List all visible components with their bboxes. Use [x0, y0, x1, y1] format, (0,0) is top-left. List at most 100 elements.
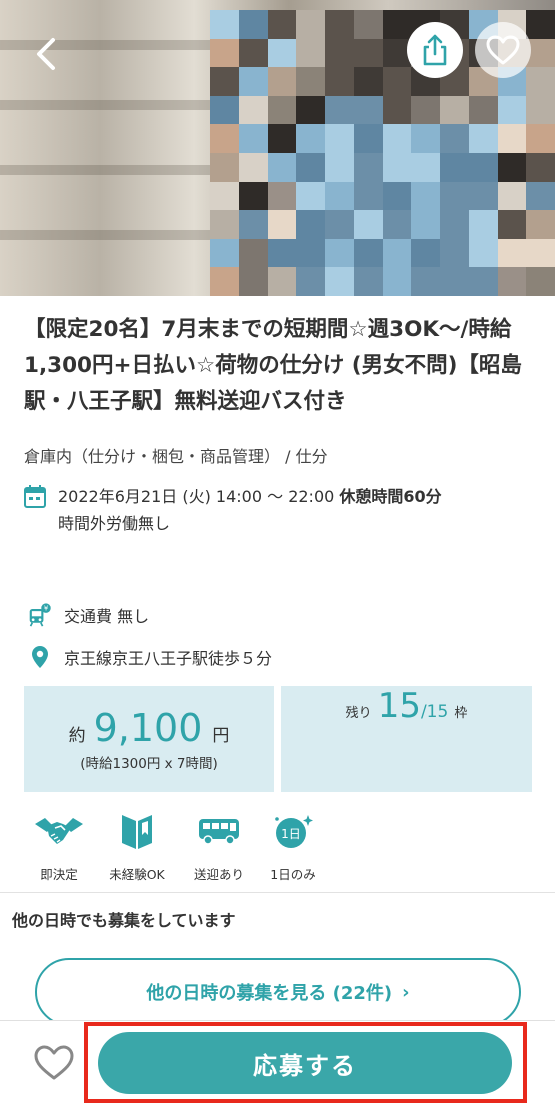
feature-instant-decision: 即決定 — [22, 810, 96, 883]
share-icon — [423, 34, 447, 66]
mosaic-tile — [440, 210, 469, 239]
mosaic-tile — [353, 124, 383, 153]
access-row: 京王線京王八王子駅徒歩５分 — [28, 644, 272, 670]
feature-shuttle: 送迎あり — [182, 810, 256, 883]
mosaic-tile — [296, 38, 325, 68]
mosaic-tile — [353, 267, 383, 296]
mosaic-tile — [411, 95, 440, 125]
feature-no-experience: 未経験OK — [100, 810, 174, 883]
bottom-favorite-button[interactable] — [30, 1040, 78, 1086]
mosaic-tile — [267, 67, 297, 96]
slots-unit: 枠 — [454, 706, 468, 721]
mosaic-tile — [468, 267, 498, 296]
mosaic-tile — [440, 267, 469, 296]
mosaic-tile — [210, 181, 239, 211]
mosaic-tile — [210, 267, 239, 296]
mosaic-tile — [238, 124, 268, 153]
slots-box: 残り 15 /15 枠 — [281, 686, 532, 792]
mosaic-tile — [353, 210, 383, 239]
mosaic-tile — [382, 238, 412, 268]
share-button[interactable] — [407, 22, 463, 78]
mosaic-tile — [468, 124, 498, 153]
mosaic-tile — [238, 10, 268, 39]
mosaic-tile — [210, 124, 239, 153]
mosaic-tile — [238, 210, 268, 239]
mosaic-tile — [238, 95, 268, 125]
slots-remaining: 15 — [377, 686, 421, 726]
mosaic-tile — [353, 181, 383, 211]
station-access: 京王線京王八王子駅徒歩５分 — [64, 649, 273, 668]
other-dates-button-label: 他の日時の募集を見る (22件) — [146, 983, 393, 1004]
mosaic-tile — [526, 153, 555, 182]
mosaic-tile — [238, 181, 268, 211]
mosaic-tile — [497, 95, 527, 125]
mosaic-tile — [382, 10, 412, 39]
mosaic-tile — [526, 181, 555, 211]
mosaic-tile — [353, 10, 383, 39]
mosaic-tile — [325, 238, 354, 268]
mosaic-tile — [440, 181, 469, 211]
mosaic-tile — [238, 267, 268, 296]
mosaic-tile — [411, 181, 440, 211]
overtime-note: 時間外労働無し — [58, 514, 171, 533]
mosaic-tile — [382, 124, 412, 153]
mosaic-tile — [526, 124, 555, 153]
mosaic-tile — [296, 10, 325, 39]
section-divider — [0, 892, 555, 893]
mosaic-tile — [267, 238, 297, 268]
mosaic-tile — [411, 153, 440, 182]
mosaic-tile — [325, 124, 354, 153]
mosaic-tile — [296, 95, 325, 125]
location-pin-icon — [32, 646, 48, 668]
mosaic-tile — [497, 267, 527, 296]
mosaic-tile — [296, 67, 325, 96]
train-yen-icon: ¥ — [29, 603, 51, 627]
mosaic-tile — [325, 210, 354, 239]
mosaic-tile — [382, 153, 412, 182]
mosaic-tile — [210, 210, 239, 239]
mosaic-tile — [440, 238, 469, 268]
mosaic-tile — [267, 181, 297, 211]
mosaic-tile — [382, 181, 412, 211]
mosaic-tile — [382, 267, 412, 296]
mosaic-tile — [497, 181, 527, 211]
mosaic-tile — [325, 181, 354, 211]
feature-label: 未経験OK — [109, 867, 165, 882]
mosaic-tile — [238, 67, 268, 96]
mosaic-tile — [468, 210, 498, 239]
pay-amount: 9,100 — [93, 706, 203, 750]
handshake-icon — [35, 818, 83, 844]
mosaic-tile — [497, 124, 527, 153]
mosaic-tile — [267, 267, 297, 296]
other-dates-heading: 他の日時でも募集をしています — [12, 911, 236, 930]
other-dates-button[interactable]: 他の日時の募集を見る (22件) › — [35, 958, 521, 1026]
mosaic-tile — [382, 210, 412, 239]
mosaic-tile — [526, 238, 555, 268]
favorite-button[interactable] — [475, 22, 531, 78]
slots-total: /15 — [420, 702, 449, 722]
mosaic-tile — [382, 67, 412, 96]
mosaic-tile — [325, 67, 354, 96]
mosaic-tile — [353, 153, 383, 182]
mosaic-tile — [267, 153, 297, 182]
chevron-right-icon: › — [402, 981, 410, 1003]
one-day-icon: 1日 — [275, 815, 313, 848]
mosaic-tile — [210, 38, 239, 68]
mosaic-tile — [267, 210, 297, 239]
apply-button[interactable]: 応募する — [98, 1032, 512, 1094]
mosaic-tile — [267, 124, 297, 153]
mosaic-tile — [296, 124, 325, 153]
mosaic-tile — [325, 38, 354, 68]
transport-fee-row: ¥ 交通費 無し — [28, 602, 149, 628]
back-button[interactable] — [26, 30, 66, 78]
job-title: 【限定20名】7月末までの短期間☆週3OK〜/時給1,300円+日払い☆荷物の仕… — [24, 317, 522, 414]
work-date: 2022年6月21日 (火) 14:00 〜 22:00 — [58, 487, 335, 506]
book-icon — [122, 815, 152, 849]
mosaic-tile — [267, 95, 297, 125]
mosaic-tile — [238, 153, 268, 182]
mosaic-tile — [210, 10, 239, 39]
job-category: 倉庫内（仕分け・梱包・商品管理） / 仕分 — [24, 447, 328, 466]
feature-label: 即決定 — [40, 867, 78, 882]
mosaic-tile — [440, 124, 469, 153]
one-day-badge-text: 1日 — [281, 827, 301, 841]
